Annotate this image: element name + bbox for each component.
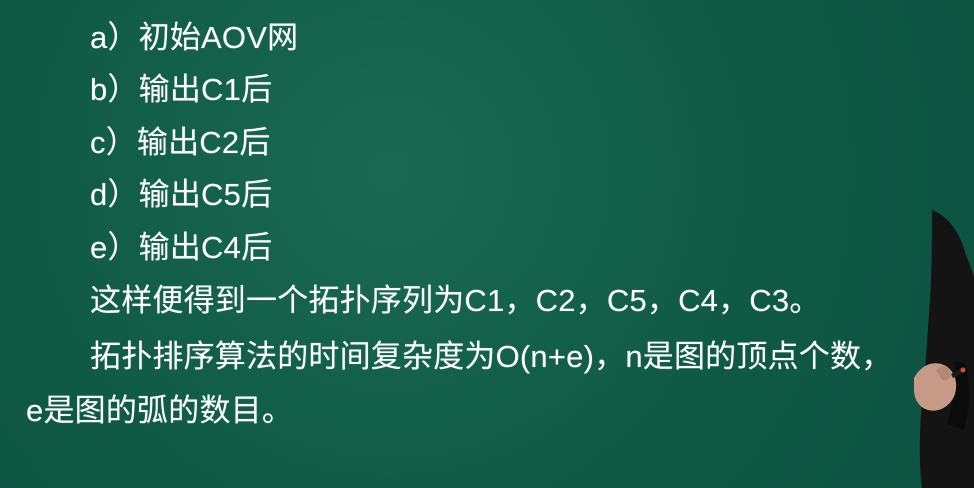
complexity-statement-continuation: e是图的弧的数目。 bbox=[26, 393, 294, 428]
text-line-a: a）初始AOV网 bbox=[90, 20, 299, 55]
text-line-d: d）输出C5后 bbox=[90, 177, 273, 212]
text-line-e: e）输出C4后 bbox=[90, 230, 273, 265]
complexity-statement: 拓扑排序算法的时间复杂度为O(n+e)，n是图的顶点个数， bbox=[90, 339, 893, 374]
topological-sequence-statement: 这样便得到一个拓扑序列为C1，C2，C5，C4，C3。 bbox=[90, 283, 821, 318]
presenter-figure bbox=[914, 210, 974, 488]
text-line-b: b）输出C1后 bbox=[90, 72, 273, 107]
text-line-c: c）输出C2后 bbox=[90, 125, 271, 160]
